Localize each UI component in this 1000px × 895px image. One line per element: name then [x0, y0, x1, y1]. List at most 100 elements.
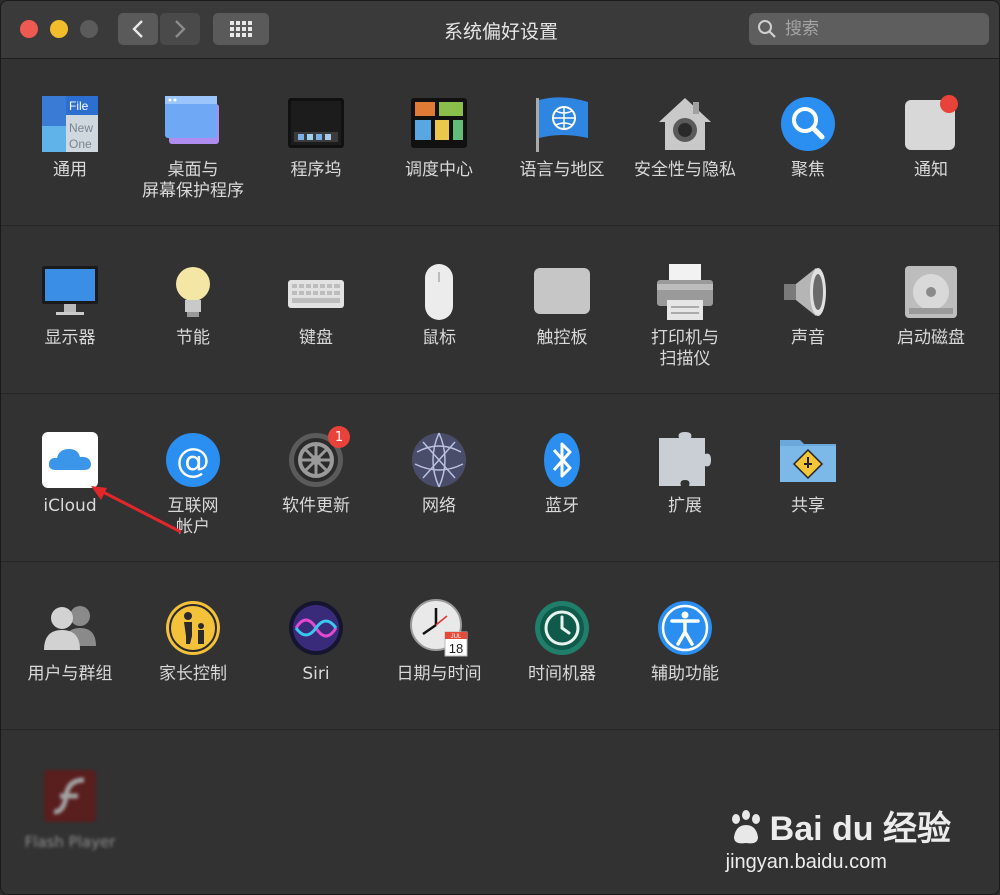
- baidu-paw-icon: [731, 810, 760, 844]
- zoom-button[interactable]: [80, 20, 98, 38]
- pref-label: Siri: [302, 664, 330, 684]
- pref-label: 日期与时间: [396, 664, 482, 684]
- pref-software-update[interactable]: 1 软件更新: [254, 426, 378, 517]
- pref-label: 通知: [914, 160, 948, 180]
- siri-icon: [286, 598, 346, 658]
- pref-accessibility[interactable]: 辅助功能: [623, 598, 747, 685]
- trackpad-icon: [532, 262, 592, 322]
- pref-label: 程序坞: [290, 160, 342, 180]
- pref-label: 家长控制: [159, 664, 227, 684]
- pref-siri[interactable]: Siri: [254, 598, 378, 685]
- general-icon: File New One: [40, 94, 100, 154]
- pref-parental-controls[interactable]: 家长控制: [131, 598, 255, 685]
- general-file-text: File: [69, 99, 89, 113]
- pref-trackpad[interactable]: 触控板: [500, 262, 624, 349]
- puzzle-icon: [655, 430, 715, 490]
- pref-label: 打印机与 扫描仪: [651, 328, 719, 369]
- svg-text:@: @: [176, 441, 210, 481]
- general-one-text: One: [69, 137, 92, 151]
- pref-security-privacy[interactable]: 安全性与隐私: [623, 94, 747, 181]
- pref-energy-saver[interactable]: 节能: [131, 262, 255, 349]
- display-icon: [40, 262, 100, 322]
- time-machine-icon: [532, 598, 592, 658]
- minimize-button[interactable]: [50, 20, 68, 38]
- pref-label: 启动磁盘: [897, 328, 965, 348]
- search-icon: [758, 20, 776, 38]
- house-lock-icon: [655, 94, 715, 154]
- watermark-brand: Bai du 经验: [769, 810, 951, 848]
- pref-label: 安全性与隐私: [634, 160, 736, 180]
- pref-label: 触控板: [536, 328, 588, 348]
- annotation-arrow: [91, 486, 182, 534]
- pref-printers-scanners[interactable]: 打印机与 扫描仪: [623, 262, 747, 370]
- back-button[interactable]: [118, 13, 158, 45]
- network-globe-icon: [409, 430, 469, 490]
- hard-disk-icon: [901, 262, 961, 322]
- pref-spotlight[interactable]: 聚焦: [746, 94, 870, 181]
- pref-mouse[interactable]: 鼠标: [377, 262, 501, 349]
- pref-notifications[interactable]: 通知: [869, 94, 993, 181]
- icloud-icon: [40, 430, 100, 490]
- forward-button[interactable]: [160, 13, 200, 45]
- pref-extensions[interactable]: 扩展: [623, 430, 747, 517]
- search-field[interactable]: [749, 13, 989, 45]
- calendar-day-text: 18: [449, 641, 463, 656]
- pref-label: 鼠标: [422, 328, 456, 348]
- pref-general[interactable]: File New One 通用: [8, 94, 132, 181]
- pref-date-time[interactable]: JUL 18 日期与时间: [377, 598, 501, 685]
- pref-label: 辅助功能: [651, 664, 719, 684]
- pref-bluetooth[interactable]: 蓝牙: [500, 430, 624, 517]
- pref-label: 调度中心: [405, 160, 473, 180]
- grid-icon: [230, 21, 252, 37]
- notifications-icon: [901, 94, 961, 154]
- pref-label: 聚焦: [791, 160, 825, 180]
- pref-desktop-screensaver[interactable]: 桌面与 屏幕保护程序: [131, 94, 255, 202]
- shared-folder-icon: [778, 430, 838, 490]
- chevron-right-icon: [175, 20, 186, 38]
- pref-label: 扩展: [668, 496, 702, 516]
- at-sign-icon: @: [163, 430, 223, 490]
- flash-player-icon: [40, 766, 100, 826]
- users-icon: [40, 598, 100, 658]
- pref-network[interactable]: 网络: [377, 430, 501, 517]
- parental-controls-icon: [163, 598, 223, 658]
- search-input[interactable]: [783, 18, 977, 40]
- pref-sound[interactable]: 声音: [746, 262, 870, 349]
- section-internet: iCloud @ 互联网 帐户 1 软件更新 网络 蓝牙 扩展 共享: [1, 394, 999, 562]
- pref-sharing[interactable]: 共享: [746, 430, 870, 517]
- pref-label: 桌面与 屏幕保护程序: [142, 160, 244, 201]
- pref-language-region[interactable]: 语言与地区: [500, 94, 624, 181]
- pref-flash-player[interactable]: Flash Player: [8, 766, 132, 853]
- mission-control-icon: [409, 94, 469, 154]
- general-new-text: New: [69, 121, 93, 135]
- pref-dock[interactable]: 程序坞: [254, 94, 378, 181]
- accessibility-icon: [655, 598, 715, 658]
- speaker-icon: [778, 262, 838, 322]
- pref-users-groups[interactable]: 用户与群组: [8, 598, 132, 685]
- gear-icon: 1: [286, 426, 350, 490]
- title-bar: 系统偏好设置: [1, 1, 999, 59]
- desktop-icon: [163, 94, 223, 154]
- pref-label: 显示器: [44, 328, 96, 348]
- pref-keyboard[interactable]: 键盘: [254, 262, 378, 349]
- close-button[interactable]: [20, 20, 38, 38]
- show-all-button[interactable]: [213, 13, 269, 45]
- pref-label: 通用: [53, 160, 87, 180]
- pref-label: Flash Player: [24, 833, 116, 851]
- system-preferences-window: 系统偏好设置 File New One 通用: [0, 0, 1000, 895]
- pref-label: 用户与群组: [27, 664, 113, 684]
- keyboard-icon: [286, 262, 346, 322]
- section-personal: File New One 通用 桌面与 屏幕保护程序 程序坞 调度中心 语言与地…: [1, 58, 999, 226]
- pref-label: 语言与地区: [519, 160, 605, 180]
- pref-label: 时间机器: [528, 664, 596, 684]
- pref-displays[interactable]: 显示器: [8, 262, 132, 349]
- pref-mission-control[interactable]: 调度中心: [377, 94, 501, 181]
- dock-icon: [286, 94, 346, 154]
- clock-calendar-icon: JUL 18: [409, 598, 469, 658]
- chevron-left-icon: [132, 20, 143, 38]
- pref-time-machine[interactable]: 时间机器: [500, 598, 624, 685]
- printer-icon: [655, 262, 715, 322]
- pref-startup-disk[interactable]: 启动磁盘: [869, 262, 993, 349]
- flag-globe-icon: [532, 94, 592, 154]
- pref-label: 网络: [422, 496, 456, 516]
